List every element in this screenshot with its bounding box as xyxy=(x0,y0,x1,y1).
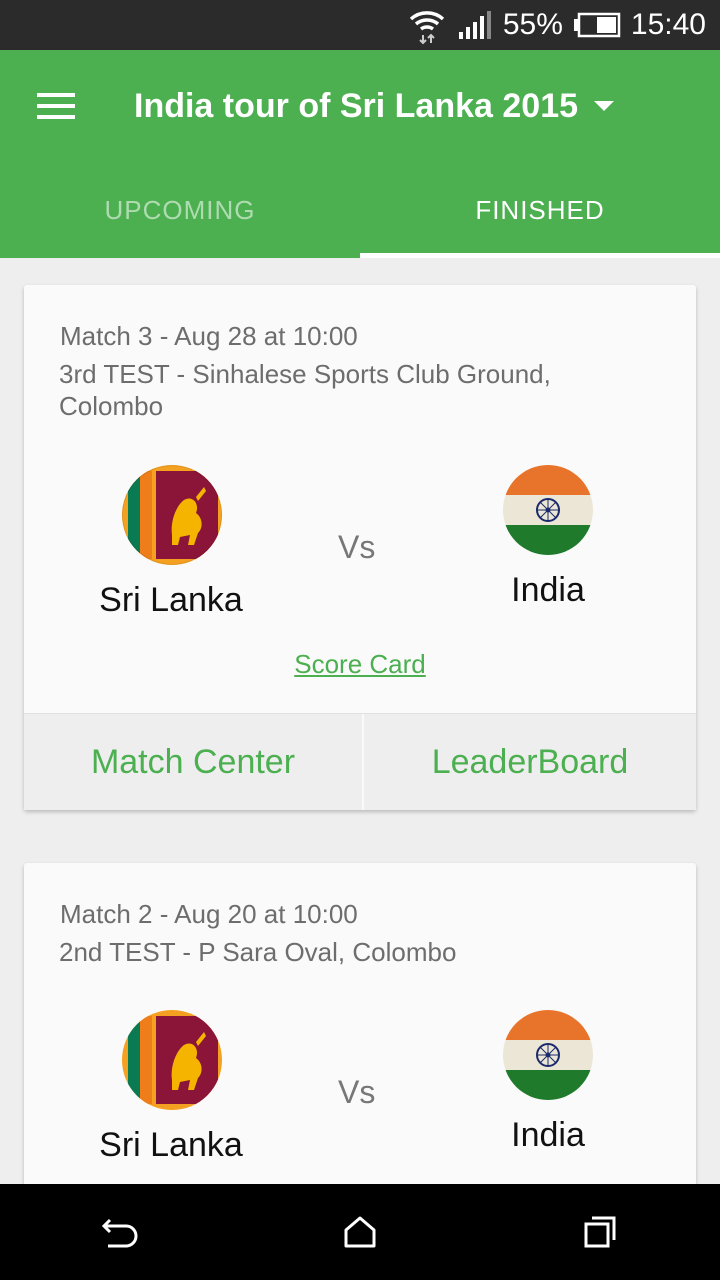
match-center-button[interactable]: Match Center xyxy=(24,714,364,810)
match-list[interactable]: Match 3 - Aug 28 at 10:00 3rd TEST - Sin… xyxy=(0,258,720,1184)
team2-name: India xyxy=(511,1116,585,1154)
battery-percent: 55% xyxy=(502,8,563,41)
recents-icon[interactable] xyxy=(540,1184,660,1280)
dropdown-arrow-icon[interactable] xyxy=(594,101,615,111)
match-card: Match 3 - Aug 28 at 10:00 3rd TEST - Sin… xyxy=(24,285,696,810)
vs-label: Vs xyxy=(338,529,376,565)
menu-icon[interactable] xyxy=(0,50,112,162)
india-flag-icon xyxy=(503,1010,593,1100)
home-icon[interactable] xyxy=(300,1184,420,1280)
system-nav-bar xyxy=(0,1184,720,1280)
match-card: Match 2 - Aug 20 at 10:00 2nd TEST - P S… xyxy=(24,863,696,1184)
match-venue: 2nd TEST - P Sara Oval, Colombo xyxy=(59,937,457,967)
team2-name: India xyxy=(511,571,585,609)
clock: 15:40 xyxy=(630,8,706,41)
team1-name: Sri Lanka xyxy=(99,581,243,619)
sri-lanka-flag-icon xyxy=(122,1010,222,1110)
score-card-link[interactable]: Score Card xyxy=(24,649,696,680)
vs-label: Vs xyxy=(338,1074,376,1110)
tab-finished[interactable]: FINISHED xyxy=(360,162,720,258)
card-actions: Match Center LeaderBoard xyxy=(24,713,696,810)
status-bar: 55% 15:40 xyxy=(0,0,720,50)
india-flag-icon xyxy=(503,465,593,555)
tour-title[interactable]: India tour of Sri Lanka 2015 xyxy=(134,87,578,126)
match-header: Match 2 - Aug 20 at 10:00 xyxy=(60,899,358,929)
tab-upcoming[interactable]: UPCOMING xyxy=(0,162,360,258)
leaderboard-button[interactable]: LeaderBoard xyxy=(364,714,696,810)
tab-bar: UPCOMING FINISHED xyxy=(0,162,720,258)
battery-icon xyxy=(573,12,621,38)
team1-name: Sri Lanka xyxy=(99,1126,243,1164)
match-venue: 3rd TEST - Sinhalese Sports Club Ground,… xyxy=(59,359,551,421)
sri-lanka-flag-icon xyxy=(122,465,222,565)
wifi-icon xyxy=(407,5,447,45)
back-icon[interactable] xyxy=(60,1184,180,1280)
signal-icon xyxy=(457,10,493,40)
app-bar: India tour of Sri Lanka 2015 UPCOMING FI… xyxy=(0,50,720,258)
match-header: Match 3 - Aug 28 at 10:00 xyxy=(60,321,358,351)
